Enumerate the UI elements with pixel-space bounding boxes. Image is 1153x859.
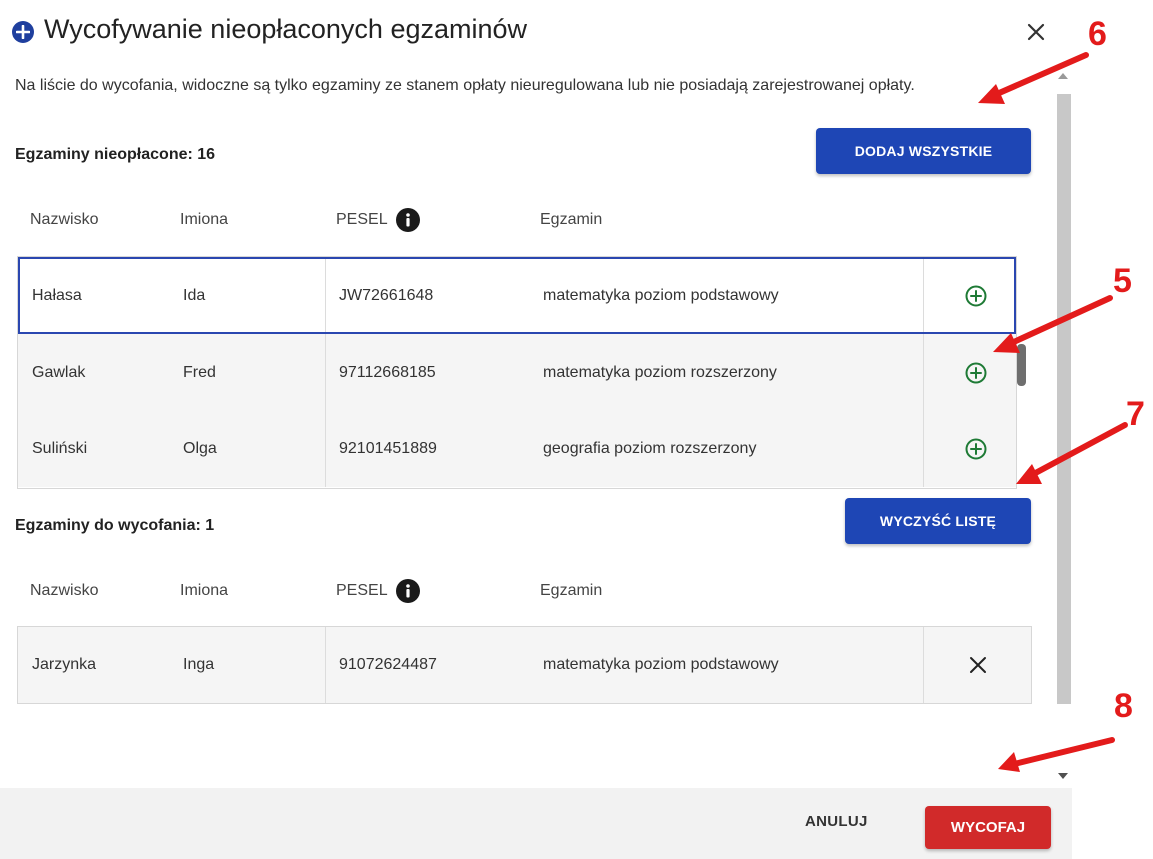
annotation-number-7: 7 <box>1126 395 1145 433</box>
annotation-number-6: 6 <box>1088 15 1107 53</box>
annotation-arrow-8 <box>1007 737 1115 768</box>
annotation-arrow-6 <box>987 52 1089 100</box>
annotation-arrow-7 <box>1025 422 1128 480</box>
annotation-arrows <box>978 52 1128 772</box>
annotation-number-5: 5 <box>1113 262 1132 300</box>
annotation-arrow-5 <box>1002 295 1113 349</box>
annotation-number-8: 8 <box>1114 687 1133 725</box>
